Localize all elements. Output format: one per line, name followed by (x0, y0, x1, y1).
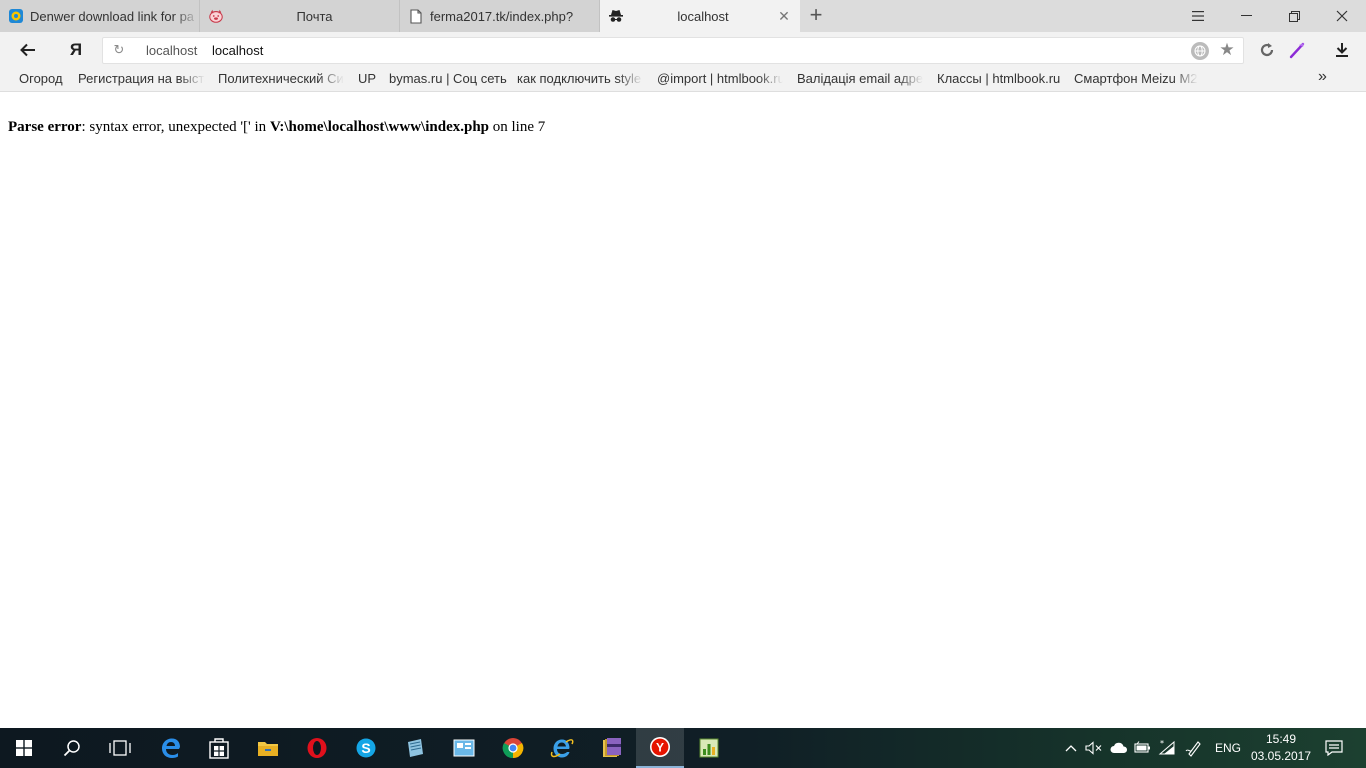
close-icon[interactable] (1318, 0, 1366, 32)
clock-time: 15:49 (1265, 732, 1297, 746)
bookmark-star-icon[interactable]: ★ (1217, 40, 1237, 60)
winrar-icon[interactable] (587, 728, 635, 768)
back-button[interactable] (14, 38, 42, 62)
globe-icon[interactable] (1191, 42, 1209, 60)
arrow-left-icon (20, 43, 35, 57)
address-host: localhost (146, 43, 198, 58)
error-line-number: 7 (537, 119, 546, 135)
error-label: Parse error (8, 119, 82, 135)
internet-explorer-icon[interactable] (538, 728, 586, 768)
php-error-message: Parse error: syntax error, unexpected '[… (8, 119, 545, 136)
app-green-icon[interactable] (685, 728, 733, 768)
download-icon[interactable] (1332, 40, 1352, 60)
menu-icon[interactable] (1174, 0, 1222, 32)
minimize-icon[interactable] (1222, 0, 1270, 32)
tab-title: Почта (296, 8, 333, 24)
edge-icon[interactable] (147, 728, 195, 768)
bookmarks-more-button[interactable]: » (1318, 68, 1327, 86)
error-text: : syntax error, unexpected '[' in (81, 119, 270, 135)
bookmark-item[interactable]: Классы | htmlbook.ru (937, 71, 1060, 86)
windows-start-icon[interactable] (0, 728, 48, 768)
close-icon[interactable]: ✕ (776, 8, 792, 24)
error-path: V:\home\localhost\www\index.php (269, 119, 490, 135)
chrome-icon[interactable] (489, 728, 537, 768)
yandex-browser-icon[interactable]: Y (636, 728, 684, 768)
pen-icon[interactable] (1182, 728, 1206, 768)
tab-ferma[interactable]: ferma2017.tk/index.php? (400, 0, 600, 32)
file-explorer-icon[interactable] (244, 728, 292, 768)
refresh-icon[interactable] (1257, 40, 1277, 60)
bookmarks-bar: Огород Регистрация на выставку Политехни… (0, 68, 1366, 92)
opera-icon[interactable] (293, 728, 341, 768)
tab-strip: Denwer download link for pa Почта ferma2… (0, 0, 1366, 32)
taskbar: S Y * ENG 15:49 03.05.2017 (0, 728, 1366, 768)
system-clock[interactable]: 15:49 03.05.2017 (1250, 731, 1312, 765)
address-bar[interactable]: ↻ localhost localhost ★ (102, 37, 1244, 64)
wifi-icon[interactable]: * (1156, 728, 1178, 768)
svg-text:*: * (1160, 740, 1164, 748)
tab-title: localhost (677, 8, 729, 24)
denwer-favicon (8, 8, 24, 24)
tab-localhost[interactable]: localhost ✕ (600, 0, 800, 32)
bookmark-item[interactable]: Смартфон Meizu M2 (1074, 71, 1198, 86)
toolbar: Я ↻ localhost localhost ★ (0, 32, 1366, 68)
feather-pen-icon[interactable] (1288, 40, 1308, 60)
bookmark-item[interactable]: Регистрация на выставку (78, 71, 205, 86)
bookmark-item[interactable]: Огород (19, 71, 63, 86)
app-icon[interactable] (440, 728, 488, 768)
bookmark-item[interactable]: UP (358, 71, 376, 86)
cloud-icon[interactable] (1108, 728, 1130, 768)
bookmark-item[interactable]: bymas.ru | Соц сеть (389, 71, 507, 86)
battery-icon[interactable] (1132, 728, 1154, 768)
mail-pig-favicon (208, 8, 224, 24)
new-tab-button[interactable]: + (804, 4, 828, 28)
notepad-icon[interactable] (391, 728, 439, 768)
page-content: Parse error: syntax error, unexpected '[… (0, 93, 1366, 728)
tab-title: Denwer download link for pa (30, 8, 195, 24)
bookmark-item[interactable]: Валідація email адреси (797, 71, 923, 86)
address-input[interactable]: localhost (212, 43, 263, 58)
reload-icon[interactable]: ↻ (111, 42, 127, 58)
skype-icon[interactable]: S (342, 728, 390, 768)
svg-text:Y: Y (656, 741, 664, 755)
tab-mail[interactable]: Почта (200, 0, 400, 32)
clock-date: 03.05.2017 (1250, 749, 1312, 763)
yandex-logo[interactable]: Я (66, 39, 86, 61)
page-icon (408, 8, 424, 24)
language-indicator[interactable]: ENG (1210, 728, 1246, 768)
search-icon[interactable] (48, 728, 96, 768)
svg-text:S: S (361, 740, 370, 756)
tab-title: ferma2017.tk/index.php? (430, 8, 574, 24)
chevron-up-icon[interactable] (1062, 728, 1080, 768)
bookmark-item[interactable]: Политехнический Сибир (218, 71, 344, 86)
restore-icon[interactable] (1270, 0, 1318, 32)
volume-muted-icon[interactable] (1083, 728, 1105, 768)
task-view-icon[interactable] (96, 728, 144, 768)
incognito-icon (608, 8, 624, 24)
bookmark-item[interactable]: @import | htmlbook.ru (657, 71, 783, 86)
store-icon[interactable] (195, 728, 243, 768)
bookmark-item[interactable]: как подключить style (517, 71, 643, 86)
tab-denwer[interactable]: Denwer download link for pa (0, 0, 200, 32)
notifications-icon[interactable] (1320, 728, 1348, 768)
error-suffix: on line (489, 119, 538, 135)
